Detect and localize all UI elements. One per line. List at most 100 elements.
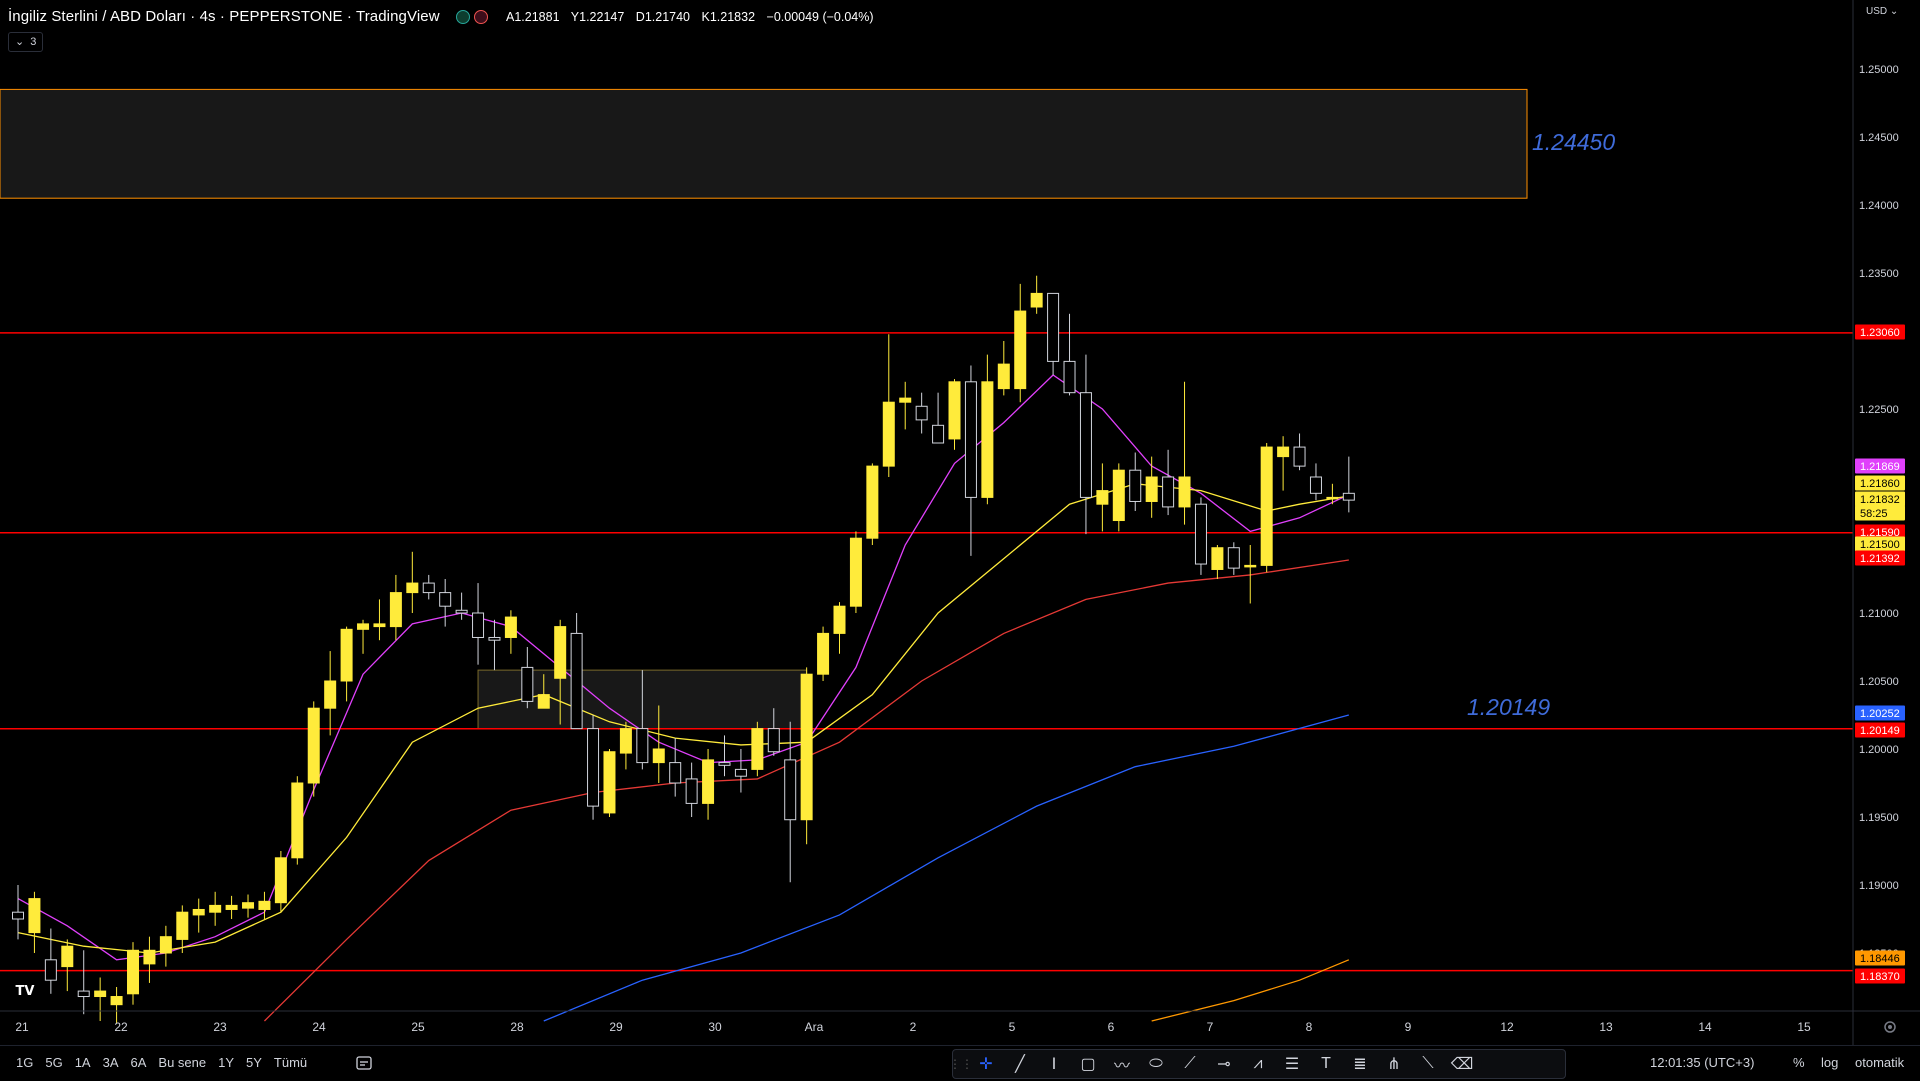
- gear-icon[interactable]: [1882, 1019, 1898, 1035]
- zigzag-icon[interactable]: ⩘: [1241, 1050, 1275, 1078]
- candle-body: [800, 673, 813, 821]
- candle-body: [932, 424, 945, 444]
- price-badge-label: 1.21500: [1860, 539, 1900, 551]
- go-to-date-icon[interactable]: [355, 1054, 373, 1072]
- price-badge-label: 1.21392: [1860, 553, 1900, 565]
- candle-body: [882, 401, 895, 467]
- price-chart[interactable]: 1.25000 1.24500 1.24000 1.23500 1.22500 1.210…: [0, 0, 1920, 1045]
- log-toggle[interactable]: log: [1821, 1055, 1838, 1070]
- market-open-icon: [456, 10, 470, 24]
- indicator-count: 3: [30, 36, 37, 48]
- indicators-toggle[interactable]: ⌄ 3: [8, 32, 44, 52]
- candle-body: [28, 898, 41, 934]
- candle-body: [537, 694, 550, 709]
- eraser-icon[interactable]: ⌫: [1445, 1050, 1479, 1078]
- time-tick-label: 7: [1207, 1020, 1214, 1034]
- candle-body: [734, 768, 747, 777]
- zone-rect[interactable]: [0, 88, 1528, 199]
- time-tick-label: 23: [213, 1020, 227, 1034]
- range-button[interactable]: Bu sene: [152, 1055, 212, 1070]
- candle-body: [981, 381, 994, 498]
- candle-body: [291, 782, 304, 859]
- candle-body: [1227, 547, 1240, 569]
- trend-line-icon[interactable]: ╱: [1003, 1050, 1037, 1078]
- candle-body: [143, 949, 156, 965]
- time-tick-label: 14: [1698, 1020, 1712, 1034]
- range-button[interactable]: 5G: [39, 1055, 68, 1070]
- range-button[interactable]: 1Y: [212, 1055, 240, 1070]
- candle-body: [1211, 547, 1224, 570]
- rectangle-icon[interactable]: ▢: [1071, 1050, 1105, 1078]
- candle-body: [1096, 490, 1109, 505]
- time-axis: 21 22 23 24 25 28 29 30 Ara 2 5 6 7 8 9 12 13 14 15: [15, 1020, 1811, 1034]
- candle-body: [866, 465, 879, 539]
- level-label-lower: 1.20149: [1467, 694, 1550, 720]
- text-icon[interactable]: T: [1309, 1050, 1343, 1078]
- candle-body: [1030, 292, 1043, 308]
- candle-body: [61, 945, 74, 968]
- text-cursor-icon[interactable]: Ⅰ: [1037, 1050, 1071, 1078]
- candle-body: [77, 990, 90, 998]
- price-tick-label: 1.21000: [1859, 608, 1899, 620]
- range-button[interactable]: Tümü: [268, 1055, 313, 1070]
- candle-body: [702, 759, 715, 804]
- range-button[interactable]: 5Y: [240, 1055, 268, 1070]
- price-badge-label: 1.20149: [1860, 725, 1900, 737]
- ruler-icon[interactable]: ⟍: [1411, 1050, 1445, 1078]
- moving-average-line: [1151, 959, 1350, 1022]
- currency-label: USD: [1866, 6, 1888, 17]
- time-tick-label: 25: [411, 1020, 425, 1034]
- price-tick-label: 1.20500: [1859, 676, 1899, 688]
- candle-body: [373, 623, 386, 628]
- pitchfork-icon[interactable]: ⋔: [1377, 1050, 1411, 1078]
- range-button[interactable]: 3A: [97, 1055, 125, 1070]
- candle-body: [587, 728, 600, 807]
- candle-body: [652, 748, 665, 764]
- ellipse-icon[interactable]: ⬭: [1139, 1050, 1173, 1078]
- clock[interactable]: 12:01:35 (UTC+3): [1650, 1055, 1754, 1070]
- crosshair-icon[interactable]: ✛: [969, 1050, 1003, 1078]
- auto-scale-toggle[interactable]: otomatik: [1855, 1055, 1904, 1070]
- time-tick-label: 9: [1405, 1020, 1412, 1034]
- price-badge-label: 1.18446: [1860, 953, 1900, 965]
- candle-body: [718, 762, 731, 766]
- symbol-title[interactable]: İngiliz Sterlini / ABD Doları · 4s · PEP…: [8, 8, 440, 25]
- currency-select[interactable]: USD ⌄: [1866, 6, 1898, 17]
- horizontal-lines-icon[interactable]: ☰: [1275, 1050, 1309, 1078]
- candle-body: [504, 616, 517, 638]
- candle-body: [685, 778, 698, 804]
- candle-body: [94, 990, 107, 998]
- horizontal-ray-icon[interactable]: ⊸: [1207, 1050, 1241, 1078]
- time-tick-label: 8: [1306, 1020, 1313, 1034]
- price-tick-label: 1.25000: [1859, 64, 1899, 76]
- candle-body: [767, 728, 780, 753]
- range-button[interactable]: 6A: [125, 1055, 153, 1070]
- range-button[interactable]: 1G: [10, 1055, 39, 1070]
- time-tick-label: 29: [609, 1020, 623, 1034]
- time-tick-label: 13: [1599, 1020, 1613, 1034]
- candle-body: [159, 936, 172, 954]
- range-button[interactable]: 1A: [69, 1055, 97, 1070]
- candle-body: [192, 908, 205, 916]
- ohlc-values: A1.21881 Y1.22147 D1.21740 K1.21832 −0.0…: [506, 10, 882, 24]
- time-tick-label: 12: [1500, 1020, 1514, 1034]
- candle-body: [1277, 446, 1290, 458]
- ohlc-change: −0.00049 (−0.04%): [766, 10, 874, 24]
- percent-toggle[interactable]: %: [1793, 1055, 1805, 1070]
- fib-icon[interactable]: ≣: [1343, 1050, 1377, 1078]
- tradingview-logo[interactable]: TV: [10, 980, 40, 1002]
- candle-body: [997, 363, 1010, 390]
- chevron-down-icon: ⌄: [15, 36, 25, 48]
- price-tick-label: 1.24500: [1859, 132, 1899, 144]
- ohlc-open: A1.21881: [506, 10, 560, 24]
- time-tick-label: 2: [910, 1020, 917, 1034]
- price-tick-label: 1.20000: [1859, 744, 1899, 756]
- time-tick-label: 15: [1797, 1020, 1811, 1034]
- brush-icon[interactable]: 〰: [1105, 1050, 1139, 1078]
- candle-body: [948, 381, 961, 440]
- candle-body: [1293, 446, 1306, 467]
- drag-handle-icon[interactable]: ⋮⋮: [949, 1050, 973, 1078]
- level-label-upper: 1.24450: [1532, 129, 1615, 155]
- path-icon[interactable]: ⟋: [1173, 1050, 1207, 1078]
- candle-body: [521, 666, 534, 702]
